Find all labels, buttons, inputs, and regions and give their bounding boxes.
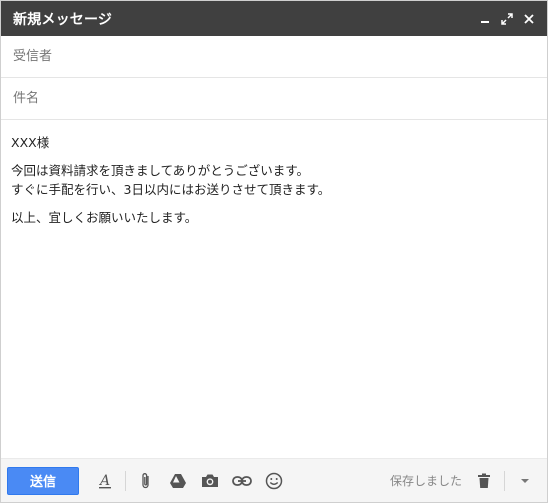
emoji-icon[interactable] — [262, 469, 286, 493]
compose-toolbar: 送信 A 保存しました — [1, 458, 547, 502]
svg-text:A: A — [98, 473, 110, 489]
toolbar-divider — [125, 470, 126, 491]
window-controls — [477, 11, 537, 27]
compose-window: 新規メッセージ XXX様 今回は資料請求を頂きまし — [0, 0, 548, 503]
body-line-2: すぐに手配を行い、3日以内にはお送りさせて頂きます。 — [11, 182, 331, 197]
more-options-icon[interactable] — [513, 469, 537, 493]
attach-icon[interactable] — [134, 469, 158, 493]
send-button[interactable]: 送信 — [7, 466, 79, 495]
minimize-icon[interactable] — [477, 11, 493, 27]
link-icon[interactable] — [230, 469, 254, 493]
photo-icon[interactable] — [198, 469, 222, 493]
format-text-icon[interactable]: A — [93, 469, 117, 493]
toolbar-divider — [504, 470, 505, 491]
subject-field — [1, 78, 547, 120]
body-paragraph: 今回は資料請求を頂きましてありがとうございます。 すぐに手配を行い、3日以内には… — [11, 161, 537, 199]
saved-status: 保存しました — [389, 474, 462, 488]
expand-icon[interactable] — [499, 11, 515, 27]
body-line-1: 今回は資料請求を頂きましてありがとうございます。 — [11, 163, 310, 178]
subject-input[interactable] — [11, 90, 537, 107]
recipients-field — [1, 36, 547, 78]
close-icon[interactable] — [521, 11, 537, 27]
compose-title: 新規メッセージ — [13, 11, 113, 28]
body-greeting: XXX様 — [11, 135, 50, 150]
body-closing: 以上、宜しくお願いいたします。 — [11, 210, 198, 225]
compose-titlebar[interactable]: 新規メッセージ — [1, 1, 547, 36]
recipients-input[interactable] — [11, 48, 537, 65]
message-body[interactable]: XXX様 今回は資料請求を頂きましてありがとうございます。 すぐに手配を行い、3… — [1, 121, 547, 458]
drive-icon[interactable] — [166, 469, 190, 493]
trash-icon[interactable] — [472, 469, 496, 493]
